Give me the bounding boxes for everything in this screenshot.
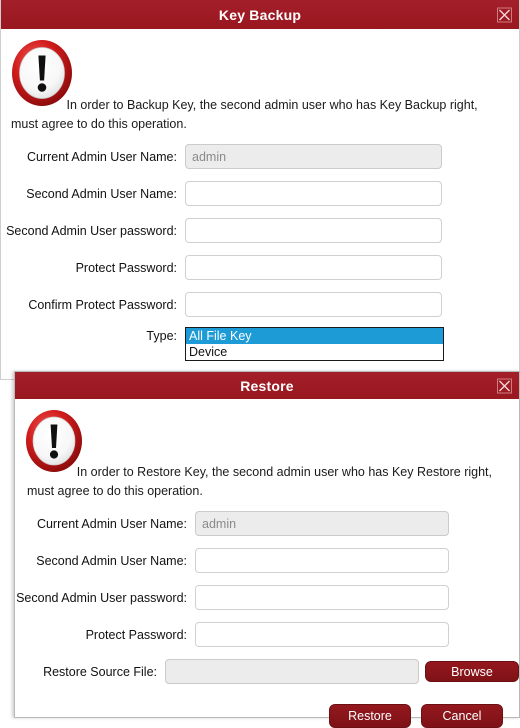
label-type: Type: (146, 329, 177, 343)
row-protect-password: Protect Password: (15, 620, 519, 649)
restore-titlebar: Restore (15, 372, 519, 401)
row-protect-password: Protect Password: (1, 253, 519, 282)
label-second-admin-user-password: Second Admin User password: (16, 590, 187, 605)
close-icon[interactable] (497, 7, 512, 22)
type-option-device[interactable]: Device (186, 344, 443, 360)
cancel-button[interactable]: Cancel (421, 704, 503, 728)
label-current-admin-user-name: Current Admin User Name: (36, 516, 187, 531)
key-backup-title: Key Backup (218, 6, 302, 23)
row-second-admin-user-password: Second Admin User password: (15, 583, 519, 612)
row-second-admin-user-password: Second Admin User password: (1, 216, 519, 245)
restore-dialog-button-bar: Restore Cancel (15, 694, 519, 728)
confirm-protect-password-input[interactable] (185, 292, 442, 317)
type-option-all-file-key[interactable]: All File Key (186, 328, 443, 344)
key-backup-form: Current Admin User Name: Second Admin Us… (1, 134, 519, 361)
current-admin-user-name-input[interactable] (195, 511, 449, 536)
second-admin-user-password-input[interactable] (195, 585, 449, 610)
restore-warning-text: In order to Restore Key, the second admi… (27, 465, 492, 498)
browse-button[interactable]: Browse (425, 661, 519, 682)
row-type: Type: All File Key Device (1, 327, 519, 361)
restore-warning-block: In order to Restore Key, the second admi… (15, 401, 519, 501)
label-second-admin-user-password: Second Admin User password: (6, 223, 177, 238)
label-protect-password: Protect Password: (85, 627, 187, 642)
row-confirm-protect-password: Confirm Protect Password: (1, 290, 519, 319)
second-admin-user-password-input[interactable] (185, 218, 442, 243)
row-restore-source-file: Restore Source File: Browse (15, 657, 519, 686)
protect-password-input[interactable] (185, 255, 442, 280)
key-backup-warning-text: In order to Backup Key, the second admin… (11, 98, 478, 131)
current-admin-user-name-input[interactable] (185, 144, 442, 169)
label-second-admin-user-name: Second Admin User Name: (26, 186, 177, 201)
protect-password-input[interactable] (195, 622, 449, 647)
label-current-admin-user-name: Current Admin User Name: (26, 149, 177, 164)
restore-source-file-input[interactable] (165, 659, 419, 684)
label-confirm-protect-password: Confirm Protect Password: (28, 297, 177, 312)
restore-dialog: Restore In order to Restore Key, the sec… (14, 371, 520, 728)
label-protect-password: Protect Password: (75, 260, 177, 275)
close-icon[interactable] (497, 378, 512, 393)
warning-exclamation-icon (9, 36, 75, 110)
key-backup-warning-block: In order to Backup Key, the second admin… (1, 31, 519, 134)
second-admin-user-name-input[interactable] (185, 181, 442, 206)
label-second-admin-user-name: Second Admin User Name: (36, 553, 187, 568)
row-current-admin-user-name: Current Admin User Name: (15, 509, 519, 538)
restore-form: Current Admin User Name: Second Admin Us… (15, 501, 519, 728)
row-second-admin-user-name: Second Admin User Name: (15, 546, 519, 575)
row-second-admin-user-name: Second Admin User Name: (1, 179, 519, 208)
restore-title: Restore (240, 377, 294, 394)
type-select-open-list[interactable]: All File Key Device (185, 327, 444, 361)
key-backup-titlebar: Key Backup (1, 0, 519, 31)
second-admin-user-name-input[interactable] (195, 548, 449, 573)
label-restore-source-file: Restore Source File: (43, 664, 157, 679)
key-backup-dialog: Key Backup In order to Backup Key, the s… (0, 0, 520, 380)
warning-exclamation-icon (23, 406, 85, 476)
row-current-admin-user-name: Current Admin User Name: (1, 142, 519, 171)
restore-button[interactable]: Restore (329, 704, 411, 728)
